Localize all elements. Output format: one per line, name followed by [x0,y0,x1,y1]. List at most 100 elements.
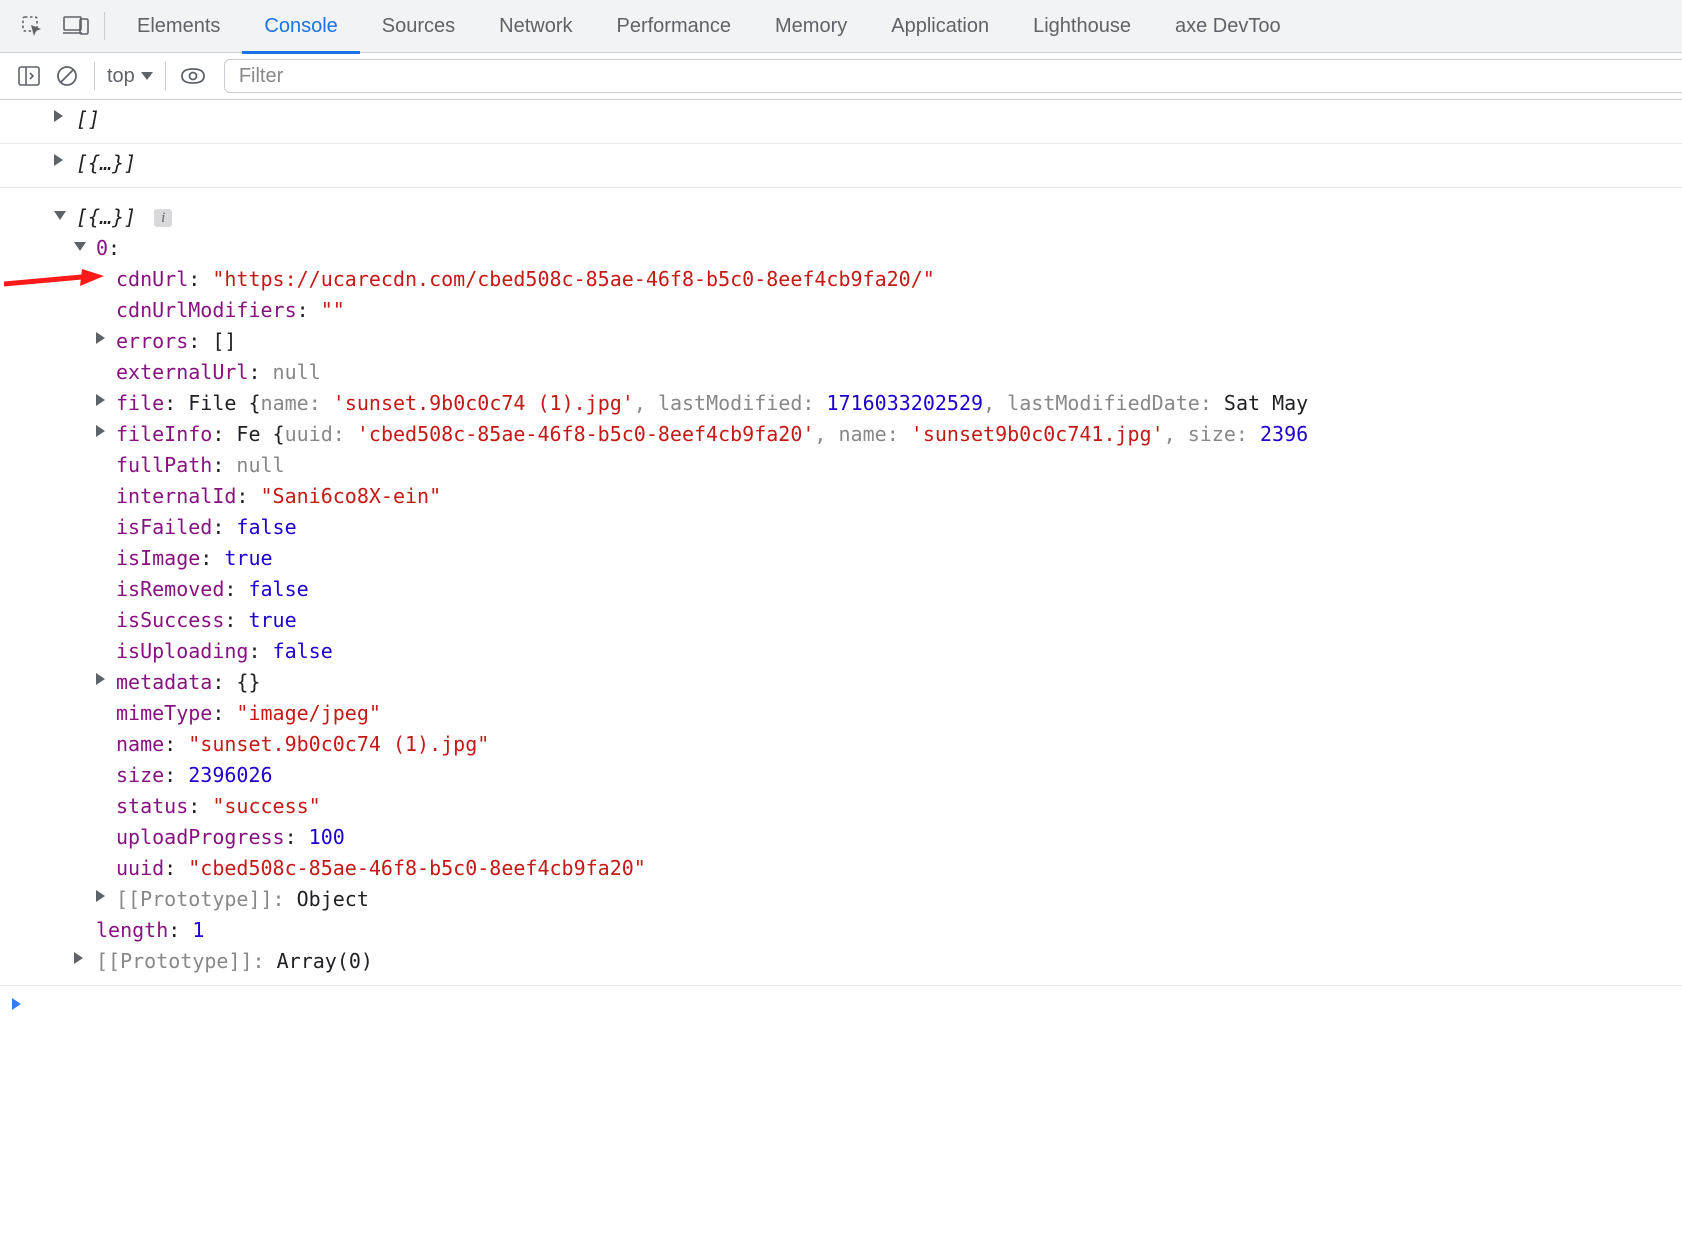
prop-key: isSuccess [116,608,224,632]
prop-value: null [273,360,321,384]
prop-fullPath[interactable]: fullPath: null [0,450,1682,481]
disclosure-down-icon[interactable] [54,211,66,220]
prop-size[interactable]: size: 2396026 [0,760,1682,791]
prop-file[interactable]: file: File {name: 'sunset.9b0c0c74 (1).j… [0,388,1682,419]
prop-value: 1 [192,918,204,942]
prop-uploadProgress[interactable]: uploadProgress: 100 [0,822,1682,853]
tab-memory[interactable]: Memory [753,0,869,53]
tab-axe-devtools[interactable]: axe DevToo [1153,0,1303,53]
tab-sources[interactable]: Sources [360,0,477,53]
prop-key: cdnUrlModifiers [116,298,297,322]
log-entry-expanded[interactable]: [{…}] i [0,202,1682,233]
prop-value: false [248,577,308,601]
prop-value: "success" [212,794,320,818]
prop-value: 100 [309,825,345,849]
prop-key: 0 [96,236,108,260]
tab-elements[interactable]: Elements [115,0,242,53]
prop-key: externalUrl [116,360,248,384]
disclosure-right-icon[interactable] [96,890,105,902]
prop-value: false [273,639,333,663]
log-value: [{…}] [76,151,136,175]
prop-value: null [236,453,284,477]
disclosure-down-icon[interactable] [74,242,86,251]
disclosure-right-icon[interactable] [74,952,83,964]
prop-key: mimeType [116,701,212,725]
console-body: [] [{…}] [{…}] i 0: cdnUrl: "https://uca… [0,100,1682,1018]
prop-value: "Sani6co8X-ein" [261,484,442,508]
prop-value: false [236,515,296,539]
console-prompt[interactable] [0,990,1682,1018]
disclosure-right-icon[interactable] [96,332,105,344]
prop-status[interactable]: status: "success" [0,791,1682,822]
inspect-icon[interactable] [10,4,54,48]
tabbar-separator [104,12,105,40]
prop-name[interactable]: name: "sunset.9b0c0c74 (1).jpg" [0,729,1682,760]
prop-key: cdnUrl [116,267,188,291]
prop-fileInfo[interactable]: fileInfo: Fe {uuid: 'cbed508c-85ae-46f8-… [0,419,1682,450]
toolbar-separator [165,62,166,90]
prop-prototype-outer[interactable]: [[Prototype]]: Array(0) [0,946,1682,986]
prop-value: 2396026 [188,763,272,787]
disclosure-right-icon[interactable] [96,394,105,406]
prop-prototype-inner[interactable]: [[Prototype]]: Object [0,884,1682,915]
prop-key: fullPath [116,453,212,477]
disclosure-right-icon[interactable] [54,110,63,122]
prop-key: fileInfo [116,422,212,446]
prop-key: [[Prototype]] [116,887,273,911]
prop-externalUrl[interactable]: externalUrl: null [0,357,1682,388]
prop-isUploading[interactable]: isUploading: false [0,636,1682,667]
tab-application[interactable]: Application [869,0,1011,53]
prop-key: isUploading [116,639,248,663]
prop-key: length [96,918,168,942]
prompt-chevron-icon [12,998,21,1010]
prop-value: Object [297,887,369,911]
obj-index[interactable]: 0: [0,233,1682,264]
prop-key: name [116,732,164,756]
prop-mimeType[interactable]: mimeType: "image/jpeg" [0,698,1682,729]
prop-errors[interactable]: errors: [] [0,326,1682,357]
context-picker[interactable]: top [103,65,157,88]
prop-value: "sunset.9b0c0c74 (1).jpg" [188,732,489,756]
tab-performance[interactable]: Performance [595,0,754,53]
disclosure-right-icon[interactable] [96,673,105,685]
prop-value: Array(0) [277,949,373,973]
prop-isImage[interactable]: isImage: true [0,543,1682,574]
log-entry[interactable]: [] [0,104,1682,144]
filter-input[interactable] [224,59,1682,93]
device-toolbar-icon[interactable] [54,4,98,48]
prop-value: {} [236,670,260,694]
prop-key: status [116,794,188,818]
prop-key: errors [116,329,188,353]
info-badge-icon[interactable]: i [154,209,172,227]
tab-lighthouse[interactable]: Lighthouse [1011,0,1153,53]
prop-key: internalId [116,484,236,508]
toolbar-separator [94,62,95,90]
prop-key: uuid [116,856,164,880]
prop-value: [] [212,329,236,353]
prop-key: size [116,763,164,787]
prop-metadata[interactable]: metadata: {} [0,667,1682,698]
tab-network[interactable]: Network [477,0,594,53]
prop-uuid[interactable]: uuid: "cbed508c-85ae-46f8-b5c0-8eef4cb9f… [0,853,1682,884]
prop-key: [[Prototype]] [96,949,253,973]
tab-console[interactable]: Console [242,0,359,53]
clear-console-icon[interactable] [48,57,86,95]
sidebar-toggle-icon[interactable] [10,57,48,95]
disclosure-right-icon[interactable] [54,154,63,166]
disclosure-right-icon[interactable] [96,425,105,437]
chevron-down-icon [141,72,153,80]
log-entry[interactable]: [{…}] [0,148,1682,188]
prop-value: "image/jpeg" [236,701,381,725]
prop-key: metadata [116,670,212,694]
prop-isRemoved[interactable]: isRemoved: false [0,574,1682,605]
prop-value: "https://ucarecdn.com/cbed508c-85ae-46f8… [212,267,934,291]
prop-length[interactable]: length: 1 [0,915,1682,946]
prop-internalId[interactable]: internalId: "Sani6co8X-ein" [0,481,1682,512]
prop-key: isImage [116,546,200,570]
prop-isFailed[interactable]: isFailed: false [0,512,1682,543]
prop-isSuccess[interactable]: isSuccess: true [0,605,1682,636]
prop-key: file [116,391,164,415]
prop-cdnUrlModifiers[interactable]: cdnUrlModifiers: "" [0,295,1682,326]
live-expression-icon[interactable] [174,57,212,95]
prop-cdnUrl[interactable]: cdnUrl: "https://ucarecdn.com/cbed508c-8… [0,264,1682,295]
